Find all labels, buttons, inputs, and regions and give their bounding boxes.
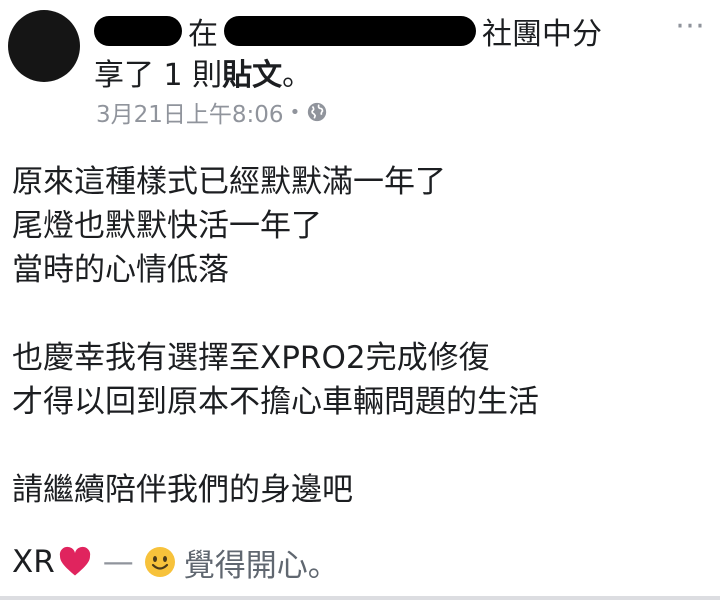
facebook-post: 在 社團中分 享了 1 則 貼文 。 ⋯ 3月21日上午8:06 • 原來這種樣… [0,0,720,600]
redacted-group-name[interactable] [224,16,476,46]
post-line: 原來這種樣式已經默默滿一年了 [12,164,446,200]
heart-icon [57,544,93,580]
feeling-line: XR — 覺得開心。 [12,540,339,585]
post-line: 當時的心情低落 [12,252,229,288]
more-options-icon[interactable]: ⋯ [675,8,706,43]
group-suffix-text: 社團中分 [482,17,602,52]
avatar[interactable] [8,10,80,82]
post-line: 才得以回到原本不擔心車輛問題的生活 [12,384,539,420]
post-body: 原來這種樣式已經默默滿一年了 尾燈也默默快活一年了 當時的心情低落 也慶幸我有選… [12,160,539,512]
shared-in-text: 在 [188,17,218,52]
post-meta: 3月21日上午8:06 • [96,96,328,128]
post-header-line1: 在 社團中分 [94,10,602,52]
header-period: 。 [282,58,313,93]
meta-separator: • [289,101,301,123]
post-header-line2: 享了 1 則 貼文 。 [94,50,313,94]
divider [0,596,720,600]
timestamp[interactable]: 3月21日上午8:06 [96,95,284,129]
smiley-icon [144,546,176,578]
post-link[interactable]: 貼文 [222,50,282,94]
globe-icon[interactable] [306,101,328,123]
post-line: 尾燈也默默快活一年了 [12,208,322,244]
feeling-label[interactable]: 覺得開心。 [184,540,339,585]
feeling-prefix: XR [12,544,55,580]
shared-count-text: 享了 1 則 [94,58,223,93]
feeling-dash: — [102,544,134,580]
redacted-user-name[interactable] [94,16,182,46]
post-line: 也慶幸我有選擇至XPRO2完成修復 [12,340,490,376]
post-line: 請繼續陪伴我們的身邊吧 [12,472,353,508]
